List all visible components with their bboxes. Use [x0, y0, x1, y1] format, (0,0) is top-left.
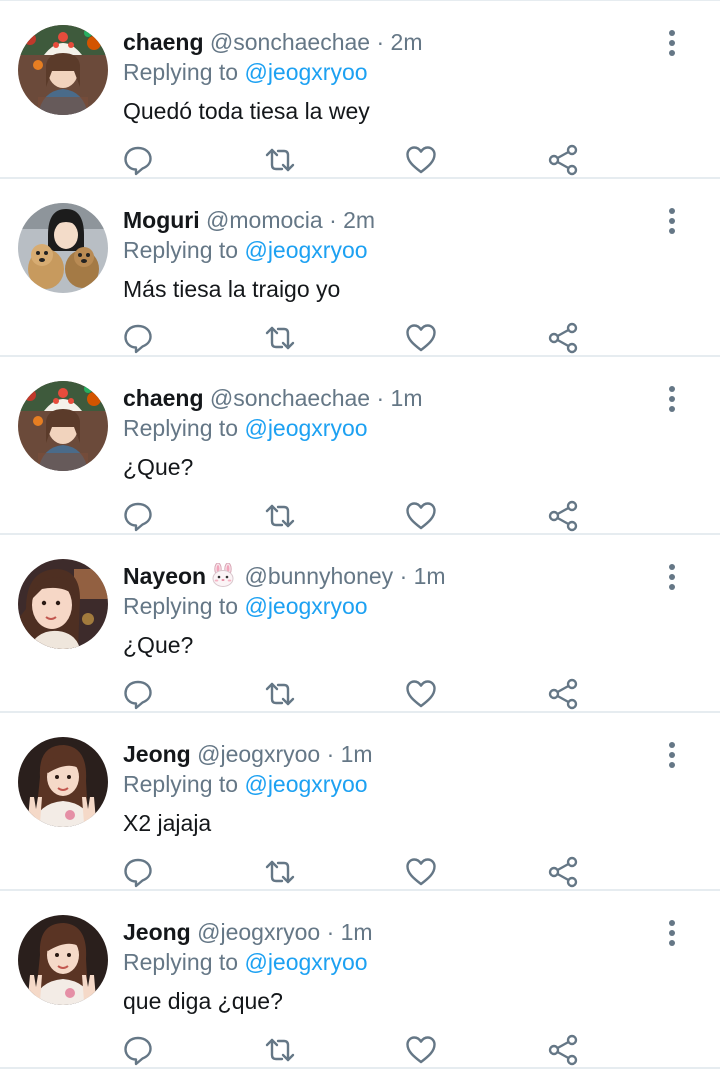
tweet[interactable]: Nayeon @bunnyhoney · 1m Replying to @jeo… [0, 535, 720, 713]
user-handle[interactable]: @jeogxryoo [197, 919, 320, 945]
tweet-text: Más tiesa la traigo yo [123, 276, 341, 302]
user-handle[interactable]: @sonchaechae [210, 29, 370, 55]
replying-to-label: Replying to [123, 415, 239, 441]
tweet-header: Moguri @momocia · 2m [123, 205, 375, 235]
tweet-header: Jeong @jeogxryoo · 1m [123, 917, 373, 947]
tweet-text: Quedó toda tiesa la wey [123, 98, 370, 124]
replying-to-handle-link[interactable]: @jeogxryoo [244, 237, 367, 263]
tweet[interactable]: Jeong @jeogxryoo · 1m Replying to @jeogx… [0, 891, 720, 1069]
timestamp[interactable]: · 2m [377, 29, 423, 55]
tweet-text: ¿Que? [123, 454, 194, 480]
more-options-icon[interactable] [658, 383, 686, 415]
reply-icon[interactable] [121, 143, 155, 177]
reply-thread-feed: chaeng @sonchaechae · 2m Replying to @je… [0, 0, 720, 1082]
tweet[interactable]: Jeong @jeogxryoo · 1m Replying to @jeogx… [0, 713, 720, 891]
tweet[interactable]: chaeng @sonchaechae · 2m Replying to @je… [0, 1, 720, 179]
reply-icon[interactable] [121, 855, 155, 889]
replying-to-label: Replying to [123, 949, 239, 975]
heart-icon[interactable] [404, 855, 438, 889]
avatar[interactable] [18, 737, 108, 827]
avatar[interactable] [18, 559, 108, 649]
retweet-icon[interactable] [263, 1033, 297, 1067]
reply-icon[interactable] [121, 321, 155, 355]
share-icon[interactable] [546, 677, 580, 711]
reply-icon[interactable] [121, 1033, 155, 1067]
retweet-icon[interactable] [263, 321, 297, 355]
replying-to-line: Replying to @jeogxryoo [123, 591, 368, 621]
replying-to-label: Replying to [123, 237, 239, 263]
avatar[interactable] [18, 25, 108, 115]
replying-to-handle-link[interactable]: @jeogxryoo [244, 949, 367, 975]
tweet-header: Nayeon @bunnyhoney · 1m [123, 561, 446, 591]
display-name[interactable]: Moguri [123, 207, 200, 233]
display-name[interactable]: chaeng [123, 385, 204, 411]
share-icon[interactable] [546, 143, 580, 177]
tweet-text: que diga ¿que? [123, 988, 283, 1014]
replying-to-line: Replying to @jeogxryoo [123, 947, 368, 977]
reply-icon[interactable] [121, 499, 155, 533]
retweet-icon[interactable] [263, 143, 297, 177]
more-options-icon[interactable] [658, 561, 686, 593]
replying-to-label: Replying to [123, 593, 239, 619]
share-icon[interactable] [546, 1033, 580, 1067]
user-handle[interactable]: @momocia [206, 207, 323, 233]
tweet[interactable]: Moguri @momocia · 2m Replying to @jeogxr… [0, 179, 720, 357]
avatar[interactable] [18, 915, 108, 1005]
timestamp[interactable]: · 1m [377, 385, 423, 411]
more-options-icon[interactable] [658, 27, 686, 59]
replying-to-handle-link[interactable]: @jeogxryoo [244, 59, 367, 85]
replying-to-label: Replying to [123, 771, 239, 797]
more-options-icon[interactable] [658, 205, 686, 237]
tweet-header: chaeng @sonchaechae · 2m [123, 27, 423, 57]
user-handle[interactable]: @sonchaechae [210, 385, 370, 411]
tweet-header: chaeng @sonchaechae · 1m [123, 383, 423, 413]
replying-to-handle-link[interactable]: @jeogxryoo [244, 771, 367, 797]
timestamp[interactable]: · 1m [327, 741, 373, 767]
replying-to-handle-link[interactable]: @jeogxryoo [244, 415, 367, 441]
replying-to-line: Replying to @jeogxryoo [123, 413, 368, 443]
display-name[interactable]: chaeng [123, 29, 204, 55]
tweet-text: ¿Que? [123, 632, 194, 658]
more-options-icon[interactable] [658, 917, 686, 949]
replying-to-handle-link[interactable]: @jeogxryoo [244, 593, 367, 619]
replying-to-line: Replying to @jeogxryoo [123, 769, 368, 799]
heart-icon[interactable] [404, 1033, 438, 1067]
heart-icon[interactable] [404, 499, 438, 533]
tweet[interactable]: chaeng @sonchaechae · 1m Replying to @je… [0, 357, 720, 535]
replying-to-line: Replying to @jeogxryoo [123, 57, 368, 87]
display-name[interactable]: Nayeon [123, 563, 206, 589]
replying-to-label: Replying to [123, 59, 239, 85]
rabbit-face-emoji [208, 562, 238, 587]
user-handle[interactable]: @bunnyhoney [244, 563, 393, 589]
replying-to-line: Replying to @jeogxryoo [123, 235, 368, 265]
share-icon[interactable] [546, 855, 580, 889]
heart-icon[interactable] [404, 143, 438, 177]
avatar[interactable] [18, 381, 108, 471]
heart-icon[interactable] [404, 677, 438, 711]
reply-icon[interactable] [121, 677, 155, 711]
share-icon[interactable] [546, 321, 580, 355]
timestamp[interactable]: · 1m [400, 563, 446, 589]
retweet-icon[interactable] [263, 677, 297, 711]
retweet-icon[interactable] [263, 855, 297, 889]
timestamp[interactable]: · 2m [329, 207, 375, 233]
display-name[interactable]: Jeong [123, 741, 191, 767]
tweet-text: X2 jajaja [123, 810, 212, 836]
user-handle[interactable]: @jeogxryoo [197, 741, 320, 767]
more-options-icon[interactable] [658, 739, 686, 771]
timestamp[interactable]: · 1m [327, 919, 373, 945]
heart-icon[interactable] [404, 321, 438, 355]
retweet-icon[interactable] [263, 499, 297, 533]
avatar[interactable] [18, 203, 108, 293]
display-name[interactable]: Jeong [123, 919, 191, 945]
share-icon[interactable] [546, 499, 580, 533]
tweet-header: Jeong @jeogxryoo · 1m [123, 739, 373, 769]
